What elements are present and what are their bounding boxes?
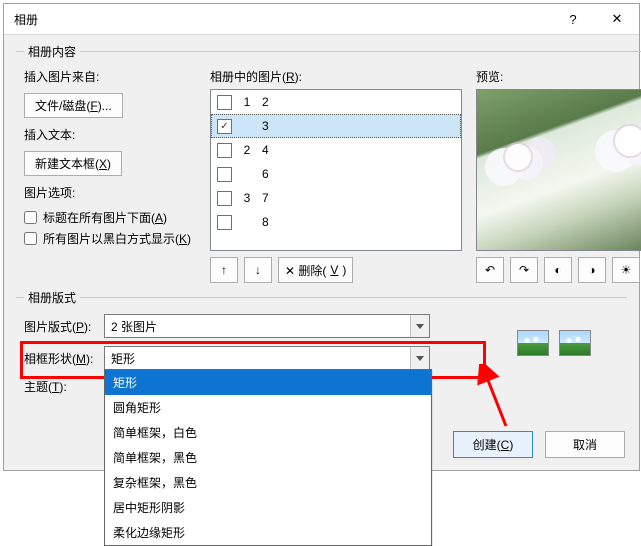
move-down-button[interactable]: ↓ <box>244 257 272 283</box>
brightness-up-button[interactable]: ☀ <box>612 257 640 283</box>
rotate-right-icon: ↷ <box>519 263 529 277</box>
contrast-down-button[interactable]: ◑ <box>578 257 606 283</box>
list-item-index: 1 <box>240 95 254 109</box>
brightness-up-icon: ☀ <box>621 263 632 277</box>
frame-shape-option[interactable]: 柔化边缘矩形 <box>105 520 431 545</box>
list-item-name: 7 <box>262 191 455 205</box>
list-item-name: 6 <box>262 167 455 181</box>
list-item-checkbox[interactable] <box>217 167 232 182</box>
preview-image <box>477 90 641 250</box>
frame-shape-value: 矩形 <box>105 350 410 367</box>
rotate-left-button[interactable]: ↶ <box>476 257 504 283</box>
list-item-index: 3 <box>240 191 254 205</box>
contrast-up-icon: ◐ <box>554 263 561 277</box>
frame-shape-option[interactable]: 圆角矩形 <box>105 395 431 420</box>
insert-picture-from-label: 插入图片来自: <box>24 68 196 85</box>
frame-shape-label: 相框形状(M): <box>24 350 104 367</box>
pictures-listbox[interactable]: 12✓3246378 <box>210 89 462 251</box>
list-item-checkbox[interactable] <box>217 215 232 230</box>
list-item-checkbox[interactable]: ✓ <box>217 119 232 134</box>
cancel-button[interactable]: 取消 <box>545 431 625 458</box>
list-item[interactable]: 24 <box>211 138 461 162</box>
list-item-name: 3 <box>262 119 455 133</box>
list-item-checkbox[interactable] <box>217 143 232 158</box>
move-up-button[interactable]: ↑ <box>210 257 238 283</box>
list-item-name: 4 <box>262 143 455 157</box>
chevron-down-icon[interactable] <box>410 347 429 369</box>
rotate-right-button[interactable]: ↷ <box>510 257 538 283</box>
preview-pane <box>476 89 641 251</box>
theme-label: 主题(T): <box>24 378 104 395</box>
list-item[interactable]: 37 <box>211 186 461 210</box>
new-textbox-button[interactable]: 新建文本框(X) <box>24 151 122 176</box>
close-button[interactable]: ✕ <box>595 4 639 34</box>
pictures-in-album-label: 相册中的图片(R): <box>210 68 462 85</box>
frame-shape-combo[interactable]: 矩形 <box>104 346 430 370</box>
caption-below-input[interactable] <box>24 211 37 224</box>
frame-shape-dropdown[interactable]: 矩形圆角矩形简单框架，白色简单框架，黑色复杂框架，黑色居中矩形阴影柔化边缘矩形 <box>104 369 432 546</box>
album-content-section: 相册内容 插入图片来自: 文件/磁盘(F)... 插入文本: 新建文本框(X) … <box>16 43 641 283</box>
help-button[interactable]: ? <box>551 4 595 34</box>
file-disk-button[interactable]: 文件/磁盘(F)... <box>24 93 123 118</box>
list-item-index: 2 <box>240 143 254 157</box>
caption-below-checkbox[interactable]: 标题在所有图片下面(A) <box>24 209 196 226</box>
chevron-down-icon[interactable] <box>410 315 429 337</box>
preview-label: 预览: <box>476 68 641 85</box>
list-item-checkbox[interactable] <box>217 95 232 110</box>
frame-shape-option[interactable]: 居中矩形阴影 <box>105 495 431 520</box>
album-layout-legend: 相册版式 <box>24 289 80 306</box>
create-button[interactable]: 创建(C) <box>453 431 533 458</box>
album-content-legend: 相册内容 <box>24 43 80 60</box>
picture-layout-value: 2 张图片 <box>105 318 410 335</box>
picture-layout-label: 图片版式(P): <box>24 318 104 335</box>
layout-thumb <box>559 330 591 356</box>
list-item-name: 8 <box>262 215 455 229</box>
list-item[interactable]: 8 <box>211 210 461 234</box>
picture-layout-combo[interactable]: 2 张图片 <box>104 314 430 338</box>
list-item[interactable]: 12 <box>211 90 461 114</box>
contrast-down-icon: ◑ <box>588 263 595 277</box>
picture-options-label: 图片选项: <box>24 184 196 201</box>
dialog-title: 相册 <box>14 11 551 28</box>
black-white-input[interactable] <box>24 232 37 245</box>
frame-shape-option[interactable]: 矩形 <box>105 370 431 395</box>
titlebar: 相册 ? ✕ <box>4 4 639 35</box>
contrast-up-button[interactable]: ◐ <box>544 257 572 283</box>
frame-shape-option[interactable]: 复杂框架，黑色 <box>105 470 431 495</box>
photo-album-dialog: 相册 ? ✕ 相册内容 插入图片来自: 文件/磁盘(F)... 插入文本: 新建… <box>3 3 640 471</box>
remove-button[interactable]: ✕ 删除(V) <box>278 257 353 283</box>
list-item[interactable]: ✓3 <box>211 114 461 138</box>
black-white-checkbox[interactable]: 所有图片以黑白方式显示(K) <box>24 230 196 247</box>
list-item[interactable]: 6 <box>211 162 461 186</box>
layout-thumbnails <box>517 330 591 356</box>
frame-shape-option[interactable]: 简单框架，黑色 <box>105 445 431 470</box>
list-item-name: 2 <box>262 95 455 109</box>
layout-thumb <box>517 330 549 356</box>
frame-shape-option[interactable]: 简单框架，白色 <box>105 420 431 445</box>
list-item-checkbox[interactable] <box>217 191 232 206</box>
rotate-left-icon: ↶ <box>485 263 495 277</box>
insert-text-label: 插入文本: <box>24 126 196 143</box>
